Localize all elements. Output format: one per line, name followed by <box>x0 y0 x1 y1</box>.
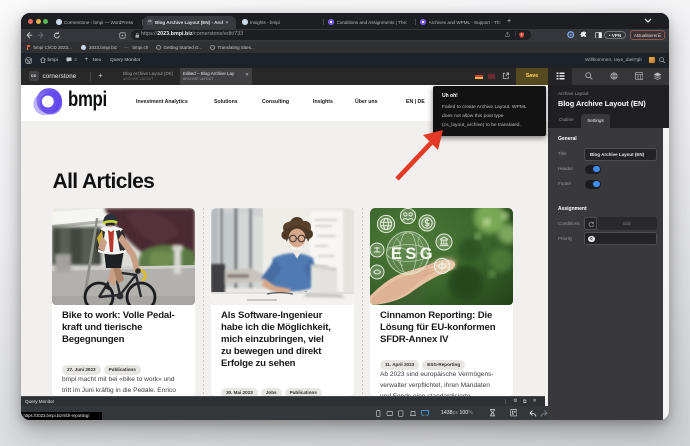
svg-text:ESG: ESG <box>391 245 436 263</box>
